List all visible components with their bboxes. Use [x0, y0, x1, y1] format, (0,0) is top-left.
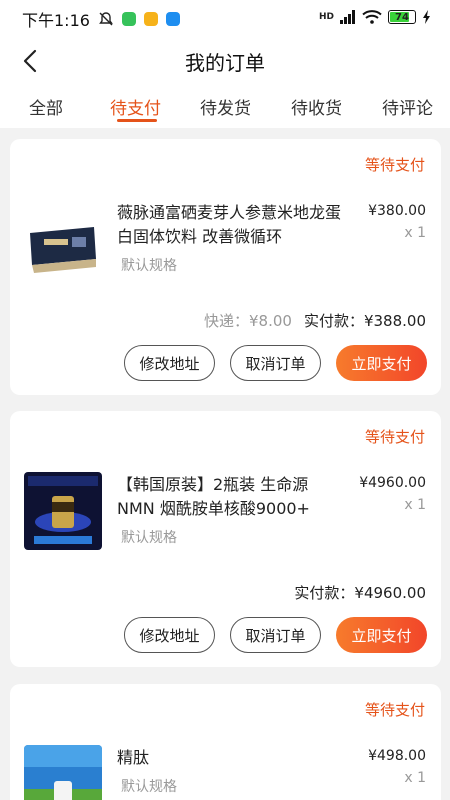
chat-notification-icon: [143, 12, 158, 26]
charging-icon: [423, 10, 430, 24]
order-summary: 快递：¥8.00 实付款：¥388.00: [204, 310, 426, 331]
order-summary: 实付款：¥4960.00: [294, 582, 426, 603]
network-label: HD: [318, 12, 334, 22]
browser-notification-icon: [165, 12, 180, 26]
order-actions: 修改地址 取消订单 立即支付: [124, 345, 427, 381]
product-image[interactable]: [24, 472, 102, 550]
product-price: ¥498.00: [368, 748, 426, 764]
tab-all[interactable]: 全部: [29, 94, 63, 119]
product-name[interactable]: 薇脉通富硒麦芽人参薏米地龙蛋白固体饮料 改善微循环: [117, 201, 342, 249]
modify-address-button[interactable]: 修改地址: [124, 617, 215, 653]
product-spec: 默认规格: [121, 258, 177, 274]
status-time: 下午1:16: [22, 11, 90, 30]
cancel-order-button[interactable]: 取消订单: [230, 345, 321, 381]
order-card[interactable]: 等待支付 精肽 默认规格 ¥498.00 x 1: [10, 684, 441, 800]
tab-pending-shipment[interactable]: 待发货: [200, 94, 251, 119]
modify-address-button[interactable]: 修改地址: [124, 345, 215, 381]
page-title: 我的订单: [185, 50, 265, 75]
signal-icon: [340, 10, 355, 24]
order-card[interactable]: 等待支付 【韩国原装】2瓶装 生命源NMN 烟酰胺单核酸9000+ 抗… 默认规…: [10, 411, 441, 667]
total-paid: 实付款：¥388.00: [303, 312, 426, 330]
product-price: ¥380.00: [368, 203, 426, 219]
order-status: 等待支付: [364, 156, 425, 174]
pay-now-button[interactable]: 立即支付: [336, 345, 427, 381]
pay-now-button[interactable]: 立即支付: [336, 617, 427, 653]
status-notification-icons: [98, 11, 180, 27]
cancel-order-button[interactable]: 取消订单: [230, 617, 321, 653]
active-tab-underline: [117, 119, 157, 122]
wifi-icon: [362, 10, 382, 24]
status-right: HD 74: [319, 10, 432, 24]
product-quantity: x 1: [404, 225, 426, 241]
battery-icon: 74: [388, 10, 416, 24]
back-arrow-icon[interactable]: [18, 48, 44, 74]
order-status: 等待支付: [364, 428, 425, 446]
page-header: 我的订单: [0, 38, 450, 84]
product-image[interactable]: [24, 207, 102, 285]
order-tabs: 全部 待支付 待发货 待收货 待评论: [0, 84, 450, 128]
product-spec: 默认规格: [121, 530, 177, 546]
order-status: 等待支付: [364, 701, 425, 719]
app-notification-icon: [121, 12, 136, 26]
total-paid: 实付款：¥4960.00: [294, 584, 426, 602]
battery-level: 74: [395, 11, 409, 23]
order-actions: 修改地址 取消订单 立即支付: [124, 617, 427, 653]
status-bar: 下午1:16 HD 74: [0, 0, 450, 38]
tab-pending-receipt[interactable]: 待收货: [291, 94, 342, 119]
mute-bell-icon: [99, 12, 113, 26]
product-name[interactable]: 精肽: [117, 746, 342, 770]
product-quantity: x 1: [404, 770, 426, 786]
product-image[interactable]: [24, 745, 102, 800]
product-quantity: x 1: [404, 497, 426, 513]
product-price: ¥4960.00: [359, 475, 426, 491]
tab-pending-review[interactable]: 待评论: [382, 94, 433, 119]
product-name[interactable]: 【韩国原装】2瓶装 生命源NMN 烟酰胺单核酸9000+ 抗…: [117, 473, 342, 521]
order-card[interactable]: 等待支付 薇脉通富硒麦芽人参薏米地龙蛋白固体饮料 改善微循环 默认规格 ¥380…: [10, 139, 441, 395]
product-spec: 默认规格: [121, 779, 177, 795]
shipping-fee: 快递：¥8.00: [204, 312, 292, 330]
tab-pending-payment[interactable]: 待支付: [110, 94, 161, 119]
